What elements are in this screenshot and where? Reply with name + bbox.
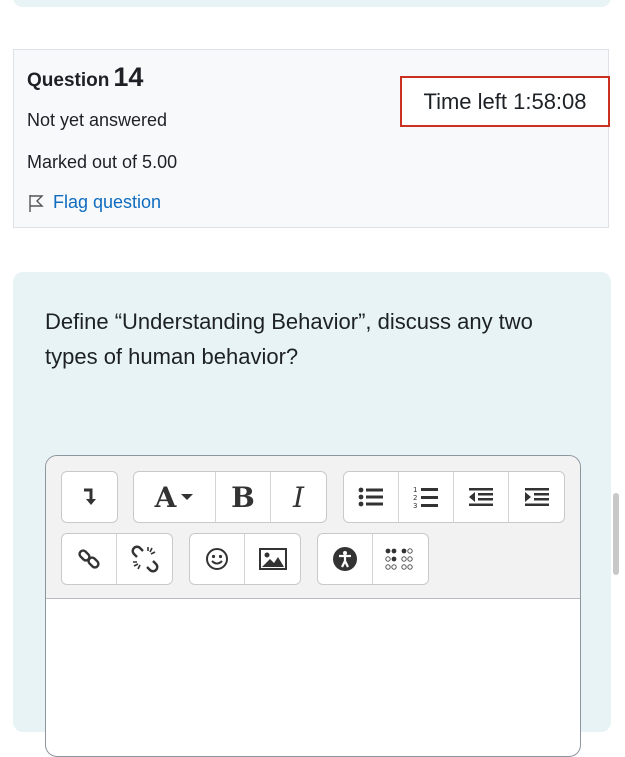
text-editor: A B I 1 2 3 xyxy=(45,455,581,757)
page-scrollbar[interactable] xyxy=(613,493,619,575)
toolbar-group-accessibility xyxy=(317,533,429,585)
unordered-list-icon xyxy=(358,487,383,507)
unlink-icon xyxy=(131,545,158,573)
flag-question-link[interactable]: Flag question xyxy=(27,192,161,213)
link-button[interactable] xyxy=(62,534,117,584)
outdent-icon xyxy=(469,488,493,506)
collapse-button[interactable] xyxy=(62,472,117,522)
flag-icon xyxy=(29,194,44,212)
collapse-icon xyxy=(83,488,96,505)
question-heading: Question 14 xyxy=(27,62,143,93)
editor-toolbar: A B I 1 2 3 xyxy=(46,456,580,599)
image-button[interactable] xyxy=(245,534,300,584)
image-icon xyxy=(258,548,287,570)
ordered-list-button[interactable]: 1 2 3 xyxy=(399,472,454,522)
braille-button[interactable] xyxy=(373,534,428,584)
previous-question-panel xyxy=(13,0,611,7)
question-text: Define “Understanding Behavior”, discuss… xyxy=(45,309,533,369)
time-left-timer: Time left 1:58:08 xyxy=(400,76,610,127)
question-label: Question xyxy=(27,70,110,91)
question-marks: Marked out of 5.00 xyxy=(27,152,178,172)
indent-button[interactable] xyxy=(509,472,564,522)
toolbar-group-style: A B I xyxy=(133,471,327,523)
question-panel: Define “Understanding Behavior”, discuss… xyxy=(13,272,611,757)
italic-icon: I xyxy=(292,480,305,514)
svg-text:2: 2 xyxy=(413,494,417,502)
svg-text:3: 3 xyxy=(413,502,417,509)
toolbar-group-media xyxy=(189,533,301,585)
toolbar-group-links xyxy=(61,533,173,585)
bold-button[interactable]: B xyxy=(216,472,271,522)
accessibility-icon xyxy=(333,547,357,571)
link-icon xyxy=(78,549,100,569)
outdent-button[interactable] xyxy=(454,472,509,522)
font-color-icon: A xyxy=(154,480,177,514)
toolbar-group-collapse xyxy=(61,471,118,523)
unordered-list-button[interactable] xyxy=(344,472,399,522)
font-color-button[interactable]: A xyxy=(134,472,216,522)
question-number: 14 xyxy=(113,62,144,92)
editor-content-area[interactable] xyxy=(46,599,580,756)
accessibility-button[interactable] xyxy=(318,534,373,584)
italic-button[interactable]: I xyxy=(271,472,326,522)
question-status: Not yet answered xyxy=(27,110,168,130)
ordered-list-icon: 1 2 3 xyxy=(413,486,438,509)
flag-question-label: Flag question xyxy=(53,192,162,212)
indent-icon xyxy=(524,488,549,506)
bold-icon: B xyxy=(231,480,255,514)
braille-icon xyxy=(384,548,413,570)
chevron-down-icon xyxy=(181,494,194,500)
unlink-button[interactable] xyxy=(117,534,172,584)
emoji-icon xyxy=(206,548,228,570)
svg-text:1: 1 xyxy=(413,486,417,494)
toolbar-group-lists: 1 2 3 xyxy=(343,471,565,523)
emoji-button[interactable] xyxy=(190,534,245,584)
